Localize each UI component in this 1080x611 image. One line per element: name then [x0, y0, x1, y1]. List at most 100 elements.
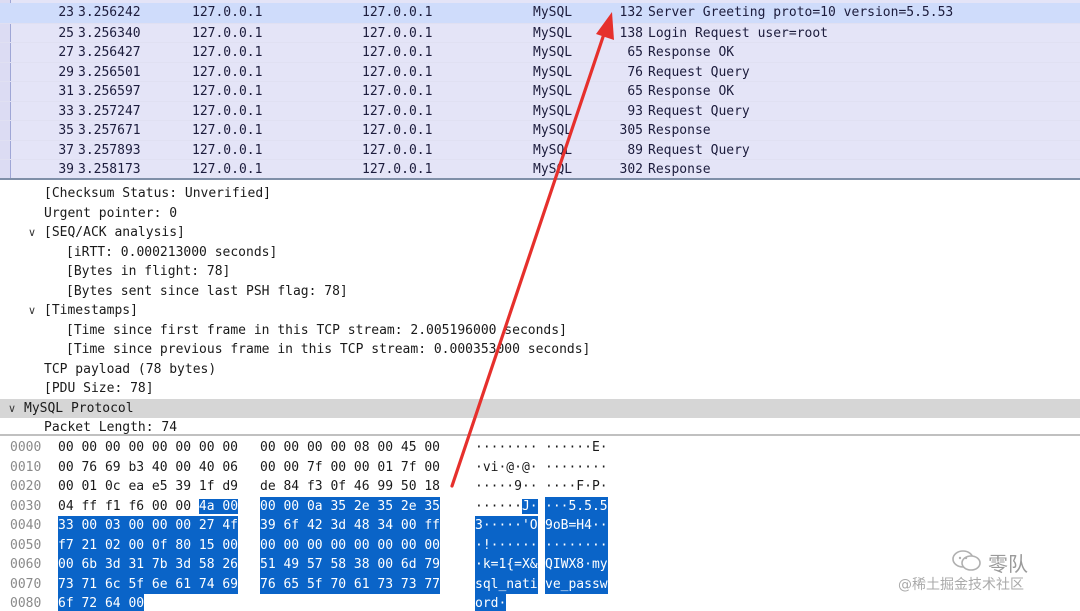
hex-row[interactable]: 0020 00 01 0c ea e5 39 1f d9 de 84 f3 0f 4… — [0, 477, 1080, 497]
hex-offset: 0010 — [10, 459, 42, 475]
packet-details-tree[interactable]: [Checksum Status: Unverified] Urgent poin… — [0, 180, 1080, 436]
packet-destination: 127.0.0.1 — [362, 25, 433, 41]
packet-number: 25 — [58, 25, 74, 41]
packet-row[interactable]: 29 3.256501 127.0.0.1 127.0.0.1 MySQL 76 Reque… — [0, 61, 1080, 83]
hex-bytes-second-half: 51 49 57 58 38 00 6d 79 — [260, 555, 441, 575]
packet-protocol: MySQL — [533, 142, 573, 158]
packet-source: 127.0.0.1 — [192, 25, 263, 41]
expand-caret-icon[interactable]: ∨ — [6, 399, 18, 419]
packet-protocol: MySQL — [533, 5, 573, 20]
hex-bytes-second-half: 00 00 0a 35 2e 35 2e 35 — [260, 496, 441, 516]
detail-row[interactable]: [Bytes in flight: 78] — [0, 262, 1080, 282]
detail-row[interactable]: Packet Length: 74 — [0, 418, 1080, 435]
ascii-first-half: ·k=1{=X& — [475, 555, 538, 575]
hex-row[interactable]: 0040 33 00 03 00 00 00 27 4f 39 6f 42 3d 4… — [0, 516, 1080, 536]
packet-row[interactable]: 35 3.257671 127.0.0.1 127.0.0.1 MySQL 305 Resp… — [0, 120, 1080, 141]
packet-info: Response OK — [648, 45, 735, 60]
hex-bytes-second-half: 00 00 00 00 08 00 45 00 — [260, 440, 441, 455]
hex-bytes-first-half: 00 76 69 b3 40 00 40 06 — [58, 459, 239, 475]
detail-row[interactable]: [Time since first frame in this TCP stre… — [0, 321, 1080, 341]
packet-row[interactable]: 27 3.256427 127.0.0.1 127.0.0.1 MySQL 65 Respo… — [0, 42, 1080, 63]
ascii-second-half: ····F·P· — [545, 479, 608, 494]
detail-text: [SEQ/ACK analysis] — [44, 225, 185, 240]
hex-row[interactable]: 0010 00 76 69 b3 40 00 40 06 00 00 7f 00 0… — [0, 458, 1080, 478]
packet-length: 132 — [619, 5, 643, 20]
packet-list[interactable]: 23 3.256242 127.0.0.1 127.0.0.1 MySQL 132 Serv… — [0, 0, 1080, 180]
wechat-logo-icon — [952, 550, 981, 571]
packet-source: 127.0.0.1 — [192, 64, 263, 80]
detail-row[interactable]: ∨ [SEQ/ACK analysis] — [0, 223, 1080, 243]
detail-row[interactable]: TCP payload (78 bytes) — [0, 360, 1080, 380]
packet-number: 35 — [58, 123, 74, 138]
expand-caret-icon[interactable]: ∨ — [26, 223, 38, 243]
packet-info: Server Greeting proto=10 version=5.5.53 — [648, 5, 954, 20]
packet-length: 93 — [627, 103, 643, 119]
packet-number: 37 — [58, 142, 74, 158]
packet-destination: 127.0.0.1 — [362, 103, 433, 119]
hex-offset: 0070 — [10, 576, 42, 592]
ascii-first-half: ······J· — [475, 498, 538, 514]
ascii-second-half: 9oB=H4·· — [545, 516, 608, 536]
packet-row[interactable]: 39 3.258173 127.0.0.1 127.0.0.1 MySQL 302 Resp… — [0, 159, 1080, 178]
hex-offset: 0080 — [10, 596, 42, 611]
packet-source: 127.0.0.1 — [192, 103, 263, 119]
packet-length: 302 — [619, 162, 643, 177]
packet-source: 127.0.0.1 — [192, 45, 263, 60]
detail-text: [Bytes sent since last PSH flag: 78] — [66, 283, 348, 299]
packet-protocol: MySQL — [533, 25, 573, 41]
detail-row[interactable]: [Bytes sent since last PSH flag: 78] — [0, 282, 1080, 302]
packet-destination: 127.0.0.1 — [362, 142, 433, 158]
detail-text: [Timestamps] — [44, 303, 138, 318]
hex-bytes-second-half: de 84 f3 0f 46 99 50 18 — [260, 479, 441, 494]
ascii-first-half: ·vi·@·@· — [475, 459, 538, 475]
packet-number: 31 — [58, 84, 74, 99]
hex-row[interactable]: 0000 00 00 00 00 00 00 00 00 00 00 00 00 0… — [0, 438, 1080, 458]
ascii-second-half: ········ — [545, 459, 608, 475]
packet-info: Login Request user=root — [648, 25, 829, 41]
packet-source: 127.0.0.1 — [192, 142, 263, 158]
packet-info: Response — [648, 162, 711, 177]
packet-length: 89 — [627, 142, 643, 158]
hex-bytes-first-half: 00 6b 3d 31 7b 3d 58 26 — [58, 555, 239, 575]
packet-row[interactable]: 33 3.257247 127.0.0.1 127.0.0.1 MySQL 93 Reque… — [0, 100, 1080, 122]
detail-row[interactable]: ∨ MySQL Protocol — [0, 398, 1080, 419]
detail-text: Packet Length: 74 — [44, 420, 178, 435]
detail-row[interactable]: ∨ [Timestamps] — [0, 301, 1080, 321]
ascii-first-half: ·!······ — [475, 535, 538, 555]
detail-text: [PDU Size: 78] — [44, 381, 154, 396]
packet-destination: 127.0.0.1 — [362, 5, 433, 20]
detail-row[interactable]: [Checksum Status: Unverified] — [0, 184, 1080, 204]
detail-text: [Time since previous frame in this TCP s… — [66, 342, 591, 357]
expand-caret-icon[interactable]: ∨ — [26, 301, 38, 321]
ascii-second-half: ········ — [545, 535, 608, 555]
watermark: 零队 @稀土掘金技术社区 — [898, 548, 1080, 608]
detail-row[interactable]: Urgent pointer: 0 — [0, 204, 1080, 224]
packet-destination: 127.0.0.1 — [362, 123, 433, 138]
packet-row[interactable]: 23 3.256242 127.0.0.1 127.0.0.1 MySQL 132 Serv… — [0, 3, 1080, 23]
packet-row[interactable]: 31 3.256597 127.0.0.1 127.0.0.1 MySQL 65 Respo… — [0, 81, 1080, 102]
packet-row[interactable]: 25 3.256340 127.0.0.1 127.0.0.1 MySQL 138 Logi… — [0, 22, 1080, 44]
packet-source: 127.0.0.1 — [192, 162, 263, 177]
packet-info: Request Query — [648, 142, 750, 158]
packet-number: 29 — [58, 64, 74, 80]
detail-row[interactable]: [iRTT: 0.000213000 seconds] — [0, 243, 1080, 263]
packet-destination: 127.0.0.1 — [362, 64, 433, 80]
packet-length: 65 — [627, 45, 643, 60]
packet-number: 39 — [58, 162, 74, 177]
packet-length: 138 — [619, 25, 643, 41]
hex-bytes-second-half: 39 6f 42 3d 48 34 00 ff — [260, 516, 441, 536]
detail-row[interactable]: [PDU Size: 78] — [0, 379, 1080, 399]
packet-row[interactable]: 37 3.257893 127.0.0.1 127.0.0.1 MySQL 89 Reque… — [0, 139, 1080, 161]
packet-protocol: MySQL — [533, 64, 573, 80]
hex-bytes-second-half: 76 65 5f 70 61 73 73 77 — [260, 574, 441, 594]
detail-row[interactable]: [Time since previous frame in this TCP s… — [0, 340, 1080, 360]
packet-length: 305 — [619, 123, 643, 138]
hex-row[interactable]: 0030 04 ff f1 f6 00 00 4a 00 00 00 0a 35 2… — [0, 496, 1080, 516]
hex-bytes-first-half: 00 00 00 00 00 00 00 00 — [58, 440, 239, 455]
packet-time: 3.257671 — [78, 123, 141, 138]
ascii-first-half: sql_nati — [475, 574, 538, 594]
packet-time: 3.257893 — [78, 142, 141, 158]
packet-number: 23 — [58, 5, 74, 20]
packet-number: 27 — [58, 45, 74, 60]
hex-bytes-first-half: 00 01 0c ea e5 39 1f d9 — [58, 479, 239, 494]
